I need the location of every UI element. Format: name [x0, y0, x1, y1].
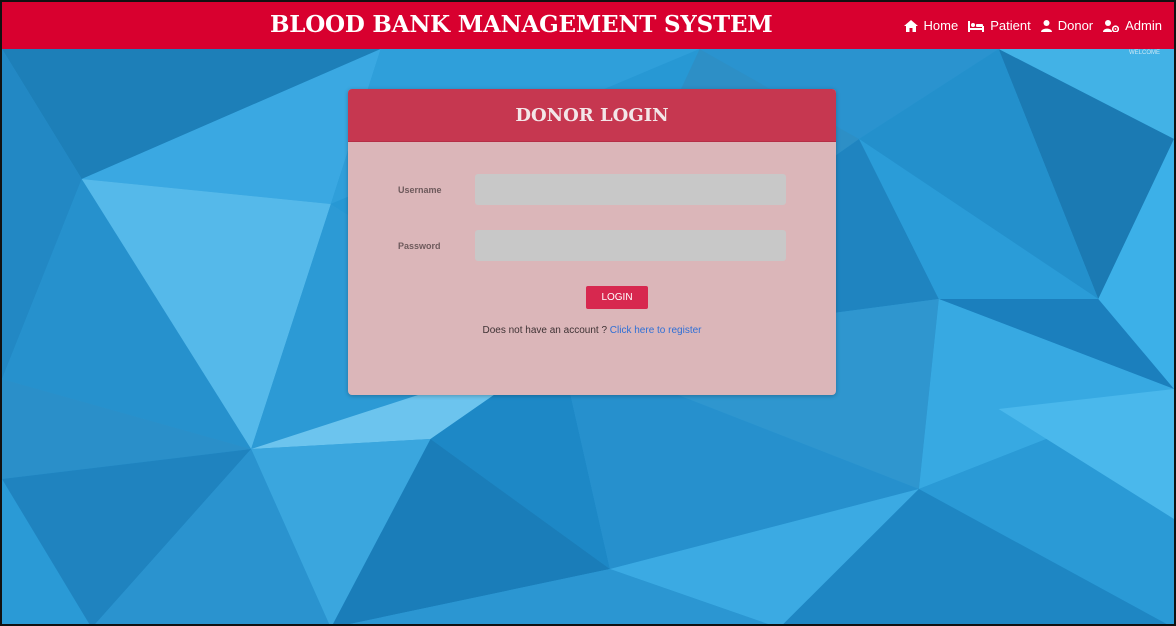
username-input[interactable]	[475, 174, 786, 205]
app-window: BLOOD BANK MANAGEMENT SYSTEM Home Patien…	[0, 0, 1176, 626]
password-label: Password	[398, 241, 441, 251]
nav-item-admin-label: Admin	[1125, 18, 1162, 33]
user-icon	[1040, 19, 1052, 32]
register-prompt-text: Does not have an account ?	[482, 325, 608, 336]
nav-item-home[interactable]: Home	[903, 18, 959, 33]
donor-login-card: DONOR LOGIN Username Password LOGIN Does…	[348, 89, 836, 395]
password-input[interactable]	[475, 230, 786, 261]
nav-item-home-label: Home	[923, 18, 959, 33]
nav-item-donor[interactable]: Donor	[1040, 18, 1094, 33]
username-label: Username	[398, 185, 442, 195]
login-button[interactable]: LOGIN	[586, 286, 648, 309]
corner-caption: WELCOME	[1128, 50, 1160, 56]
nav-item-donor-label: Donor	[1057, 18, 1094, 33]
register-link[interactable]: Click here to register	[610, 325, 702, 336]
bed-icon	[968, 20, 985, 32]
login-title: DONOR LOGIN	[515, 104, 669, 126]
register-prompt-line: Does not have an account ? Click here to…	[348, 325, 836, 336]
nav-item-admin[interactable]: Admin	[1103, 18, 1162, 33]
top-navbar: BLOOD BANK MANAGEMENT SYSTEM Home Patien…	[2, 2, 1174, 49]
nav-item-patient-label: Patient	[990, 18, 1031, 33]
login-card-header: DONOR LOGIN	[348, 89, 836, 142]
user-cog-icon	[1103, 19, 1120, 32]
nav-menu: Home Patient Donor Admin	[894, 2, 1162, 49]
brand-title[interactable]: BLOOD BANK MANAGEMENT SYSTEM	[270, 11, 773, 38]
home-icon	[903, 19, 918, 32]
nav-item-patient[interactable]: Patient	[968, 18, 1031, 33]
